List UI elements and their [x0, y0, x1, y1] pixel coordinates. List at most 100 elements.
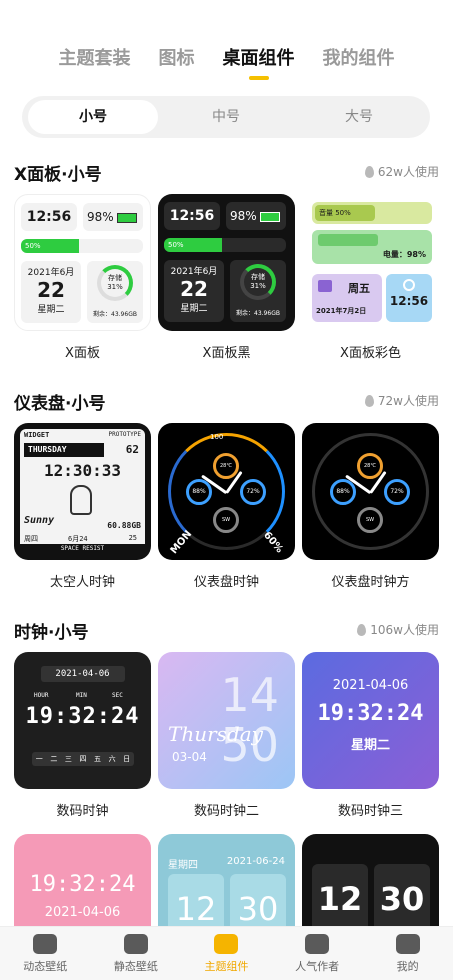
date-text: 2021-04-06: [44, 905, 121, 920]
calendar-panel: 周五 2021年7月2日: [312, 274, 382, 322]
brand-text: WIDGET: [24, 431, 50, 439]
min-label: MIN: [76, 692, 87, 699]
wind-dial: SW: [213, 507, 239, 533]
clock-panel: 12:56: [386, 274, 432, 322]
day-text: 22: [180, 277, 208, 301]
battery-text: 98%: [230, 209, 257, 223]
date-text: 2021年7月2日: [316, 307, 367, 315]
widget-label: 数码时钟二: [193, 804, 259, 819]
date-panel: 2021年6月 22 星期二: [21, 261, 81, 323]
number-text: 25: [128, 534, 137, 542]
top-tabs: 主题套装 图标 桌面组件 我的组件: [0, 44, 453, 80]
widget-label: X面板彩色: [340, 346, 401, 361]
tab-my-widgets[interactable]: 我的组件: [323, 44, 395, 70]
widget-x-panel[interactable]: 12:56 98% 50% 2021年6月 22 星期二 存储 31% 剩余：43.96…: [14, 194, 151, 331]
brand-sub: PROTOTYPE: [108, 431, 141, 438]
widget-digital-clock[interactable]: 2021-04-06 HOUR MIN SEC 19:32:24 一二三四五六日: [14, 652, 151, 789]
usage-text: 106w人使用: [370, 623, 439, 637]
volume-text: 50%: [21, 239, 79, 253]
usage-text: 62w人使用: [377, 165, 439, 179]
nav-theme-widgets[interactable]: 主题组件: [181, 927, 272, 980]
hour-label: HOUR: [34, 692, 49, 699]
size-tab-medium[interactable]: 中号: [161, 100, 291, 134]
week-strip: 一二三四五六日: [32, 752, 134, 766]
usage-count: 106w人使用: [357, 621, 439, 638]
widget-label: 仪表盘时钟: [193, 575, 259, 590]
power-text: 电量：98%: [382, 250, 426, 259]
widget-label: X面板黑: [202, 346, 251, 361]
usage-count: 62w人使用: [364, 163, 439, 180]
bottom-nav: 动态壁纸 静态壁纸 主题组件 人气作者 我的: [0, 926, 453, 980]
temp-text: 62: [125, 443, 139, 456]
image-icon: [123, 933, 148, 954]
volume-bar: 音量 50%: [312, 202, 432, 224]
weekday-text: 星期二: [350, 738, 390, 753]
weekday-text: 星期二: [37, 305, 65, 315]
nav-popular-authors[interactable]: 人气作者: [272, 927, 363, 980]
tab-desktop-widgets[interactable]: 桌面组件: [223, 44, 295, 80]
widget-label: 数码时钟三: [337, 804, 403, 819]
weekday-text: 星期二: [180, 304, 208, 314]
storage-free: 剩余：43.96GB: [93, 311, 137, 318]
time-readout: 12:56: [164, 202, 220, 230]
storage-free: 剩余：43.96GB: [236, 310, 280, 317]
week-day: 一: [35, 755, 43, 763]
date-text: 2021-06-24: [226, 856, 285, 867]
date-text: 6月24: [68, 535, 88, 543]
week-day: 五: [94, 755, 102, 763]
month-text: 2021年6月: [170, 267, 218, 277]
battery-label: 60%: [261, 529, 285, 556]
time-text: 12:30:33: [43, 461, 122, 480]
widget-gauge-clock-square[interactable]: 28℃ 88% 72% SW: [302, 423, 439, 560]
volume-text: 50%: [164, 238, 222, 252]
week-day: 日: [123, 755, 131, 763]
weekday-text: 周四: [24, 535, 38, 543]
nav-label: 动态壁纸: [23, 959, 68, 973]
battery-icon: [116, 212, 137, 223]
tv-icon: [33, 933, 58, 954]
volume-bar: 50%: [21, 239, 143, 253]
app: 主题套装 图标 桌面组件 我的组件 小号 中号 大号 X面板·小号 62w人使用…: [0, 0, 453, 980]
tab-theme-suite[interactable]: 主题套装: [59, 44, 131, 70]
day-label: MON: [168, 528, 195, 557]
week-day: 四: [79, 755, 87, 763]
flame-icon: [364, 394, 374, 407]
usage-count: 72w人使用: [364, 392, 439, 409]
widget-label: 数码时钟: [56, 804, 109, 819]
section-title: 时钟·小号: [14, 623, 89, 643]
widget-x-panel-dark[interactable]: 12:56 98% 50% 2021年6月 22 星期二 存储 31% 剩余：43.96…: [158, 194, 295, 331]
size-tab-large[interactable]: 大号: [294, 100, 424, 134]
week-day: 三: [64, 755, 72, 763]
nav-label: 我的: [396, 959, 419, 973]
weekday-text: 星期四: [168, 860, 198, 871]
month-text: 2021年6月: [27, 268, 75, 278]
nav-me[interactable]: 我的: [362, 927, 453, 980]
scale-label: 100: [210, 433, 224, 441]
nav-static-wallpaper[interactable]: 静态壁纸: [91, 927, 182, 980]
section-title: 仪表盘·小号: [14, 394, 106, 414]
battery-panel: 98%: [226, 202, 286, 230]
weather-word: Sunny: [24, 515, 55, 526]
right-dial: 72%: [384, 479, 410, 505]
nav-label: 静态壁纸: [113, 959, 158, 973]
widget-digital-clock-3[interactable]: 2021-04-06 19:32:24 星期二: [302, 652, 439, 789]
widget-gauge-clock[interactable]: 28℃ 88% 72% SW 100 MON 60%: [158, 423, 295, 560]
date-text: 2021-04-06: [332, 678, 409, 693]
widget-astronaut-clock[interactable]: WIDGET PROTOTYPE THURSDAY 62 12:30:33 Su…: [14, 423, 151, 560]
crown-icon: [305, 933, 330, 954]
flame-icon: [357, 623, 367, 636]
right-dial: 72%: [240, 479, 266, 505]
day-text: 22: [37, 278, 65, 302]
wind-dial: SW: [357, 507, 383, 533]
power-bar: 电量：98%: [312, 230, 432, 264]
hour-text: 12: [312, 864, 368, 934]
nav-live-wallpaper[interactable]: 动态壁纸: [0, 927, 91, 980]
tab-icons[interactable]: 图标: [159, 44, 195, 70]
widget-digital-clock-2[interactable]: 14 50 Thursday 03-04: [158, 652, 295, 789]
time-readout: 12:56: [21, 203, 77, 231]
widget-x-panel-color[interactable]: 音量 50% 电量：98% 周五 2021年7月2日 12:56: [302, 194, 439, 331]
size-tab-small[interactable]: 小号: [28, 100, 158, 134]
date-text: 2021-04-06: [40, 666, 125, 682]
size-segmented-control: 小号 中号 大号: [22, 96, 430, 138]
power-fill: [318, 234, 378, 246]
